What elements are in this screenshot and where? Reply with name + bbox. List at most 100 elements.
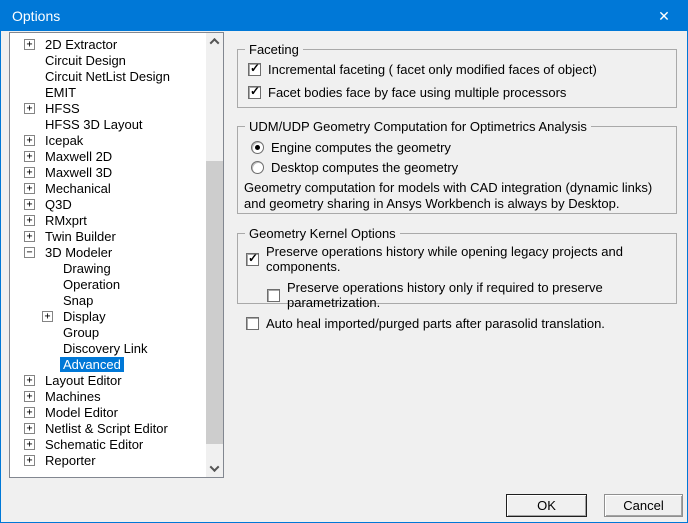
tree-item[interactable]: Discovery Link — [10, 340, 223, 356]
tree-scrollbar[interactable] — [206, 33, 223, 477]
scrollbar-thumb[interactable] — [206, 161, 223, 444]
tree-item[interactable]: + Twin Builder — [10, 228, 223, 244]
tree-item[interactable]: Advanced — [10, 356, 223, 372]
tree-item[interactable]: Drawing — [10, 260, 223, 276]
tree-item-label: Maxwell 3D — [45, 164, 113, 180]
tree-item[interactable]: Circuit NetList Design — [10, 68, 223, 84]
tree-expander-icon[interactable]: + — [24, 390, 35, 402]
scroll-down-icon — [209, 462, 220, 473]
checkbox-row[interactable]: Preserve operations history while openin… — [246, 244, 676, 274]
tree-expander-icon[interactable]: + — [24, 214, 35, 226]
scroll-up-button[interactable] — [206, 33, 223, 50]
tree-item[interactable]: Group — [10, 324, 223, 340]
tree-item-label: Layout Editor — [45, 372, 122, 388]
checkbox-icon[interactable] — [248, 61, 261, 76]
tree-expander-icon[interactable]: + — [24, 150, 35, 162]
tree-item-label: Model Editor — [45, 404, 118, 420]
tree-item[interactable]: + Model Editor — [10, 404, 223, 420]
checkbox-icon[interactable] — [267, 288, 280, 302]
tree-item[interactable]: + Display — [10, 308, 223, 324]
tree-item-label: Display — [63, 308, 106, 324]
tree-expander-icon[interactable]: + — [24, 454, 35, 466]
tree-item[interactable]: + Maxwell 3D — [10, 164, 223, 180]
tree-item[interactable]: − 3D Modeler — [10, 244, 223, 260]
tree-expander-icon[interactable]: + — [24, 134, 35, 146]
tree-item-label: HFSS — [45, 100, 80, 116]
tree-item[interactable]: Operation — [10, 276, 223, 292]
tree-item-label: Operation — [63, 276, 121, 292]
tree-item[interactable]: + Icepak — [10, 132, 223, 148]
checkbox-icon[interactable] — [248, 84, 261, 99]
tree-expander-icon[interactable]: + — [24, 166, 35, 178]
tree-item-label: 3D Modeler — [45, 244, 113, 260]
tree-item-label: Circuit Design — [45, 52, 126, 68]
checkbox-row[interactable]: Incremental faceting ( facet only modifi… — [248, 61, 676, 77]
tree-item[interactable]: Snap — [10, 292, 223, 308]
scroll-up-icon — [209, 37, 220, 48]
tree-item[interactable]: + HFSS — [10, 100, 223, 116]
radio-label: Desktop computes the geometry — [271, 159, 459, 175]
tree-expander-icon[interactable]: + — [24, 230, 35, 242]
geometry-kernel-group: Geometry Kernel Options Preserve operati… — [237, 226, 677, 331]
tree-item[interactable]: EMIT — [10, 84, 223, 100]
tree-expander-icon[interactable]: − — [24, 246, 35, 258]
checkbox-row[interactable]: Facet bodies face by face using multiple… — [248, 84, 676, 100]
tree-item[interactable]: + Netlist & Script Editor — [10, 420, 223, 436]
checkbox-row[interactable]: Preserve operations history only if requ… — [267, 280, 676, 310]
geometry-kernel-group-title: Geometry Kernel Options — [245, 226, 400, 241]
tree-expander-icon[interactable]: + — [24, 422, 35, 434]
tree-item-label: EMIT — [45, 84, 77, 100]
tree-item[interactable]: + Schematic Editor — [10, 436, 223, 452]
tree-expander-icon[interactable]: + — [24, 38, 35, 50]
tree-item-label: Snap — [63, 292, 94, 308]
udm-udp-group-title: UDM/UDP Geometry Computation for Optimet… — [245, 119, 591, 134]
radio-row[interactable]: Desktop computes the geometry — [251, 159, 676, 175]
tree-item-label: RMxprt — [45, 212, 87, 228]
scroll-down-button[interactable] — [206, 460, 223, 477]
tree-item[interactable]: Circuit Design — [10, 52, 223, 68]
tree-item[interactable]: + RMxprt — [10, 212, 223, 228]
tree-item[interactable]: + 2D Extractor — [10, 36, 223, 52]
checkbox-label: Preserve operations history while openin… — [266, 244, 623, 274]
checkbox-icon[interactable] — [246, 251, 259, 266]
checkbox-label: Auto heal imported/purged parts after pa… — [266, 316, 605, 331]
tree-item[interactable]: + Mechanical — [10, 180, 223, 196]
tree-expander-icon[interactable]: + — [24, 182, 35, 194]
radio-button-icon[interactable] — [251, 140, 264, 154]
ok-button[interactable]: OK — [506, 494, 587, 517]
udm-udp-group: UDM/UDP Geometry Computation for Optimet… — [237, 119, 677, 214]
tree-expander-icon[interactable]: + — [24, 198, 35, 210]
tree-expander-icon[interactable]: + — [24, 438, 35, 450]
cancel-button[interactable]: Cancel — [604, 494, 683, 517]
tree-item-label: Group — [63, 324, 100, 340]
tree-expander-icon[interactable]: + — [24, 102, 35, 114]
tree-expander-icon[interactable]: + — [24, 374, 35, 386]
tree-item-label: Circuit NetList Design — [45, 68, 170, 84]
tree-item[interactable]: + Layout Editor — [10, 372, 223, 388]
checkbox-icon[interactable] — [246, 317, 259, 330]
checkbox-label: Incremental faceting ( facet only modifi… — [268, 62, 597, 77]
tree-item-label: Mechanical — [45, 180, 111, 196]
checkbox-label: Preserve operations history only if requ… — [287, 280, 603, 310]
close-icon: ✕ — [658, 7, 670, 24]
tree-expander-icon[interactable]: + — [24, 406, 35, 418]
window-title: Options — [12, 8, 61, 24]
tree-item[interactable]: HFSS 3D Layout — [10, 116, 223, 132]
radio-row[interactable]: Engine computes the geometry — [251, 139, 676, 155]
close-button[interactable]: ✕ — [641, 1, 687, 31]
options-dialog: Options ✕ + 2D Extractor Circuit Design — [0, 0, 688, 523]
radio-button-icon[interactable] — [251, 160, 264, 174]
tree-item[interactable]: + Machines — [10, 388, 223, 404]
tree-item[interactable]: + Q3D — [10, 196, 223, 212]
tree-item-label: Reporter — [45, 452, 96, 468]
tree-item-label: Schematic Editor — [45, 436, 144, 452]
tree-expander-icon[interactable]: + — [42, 310, 53, 322]
checkbox-label: Facet bodies face by face using multiple… — [268, 85, 567, 100]
checkbox-row[interactable]: Auto heal imported/purged parts after pa… — [246, 316, 676, 331]
tree-item[interactable]: + Maxwell 2D — [10, 148, 223, 164]
tree-item-label: Icepak — [45, 132, 84, 148]
tree-item-label: HFSS 3D Layout — [45, 116, 143, 132]
tree-item-label: Maxwell 2D — [45, 148, 113, 164]
tree-item[interactable]: + Reporter — [10, 452, 223, 468]
options-tree: + 2D Extractor Circuit Design Circuit Ne… — [9, 32, 224, 478]
